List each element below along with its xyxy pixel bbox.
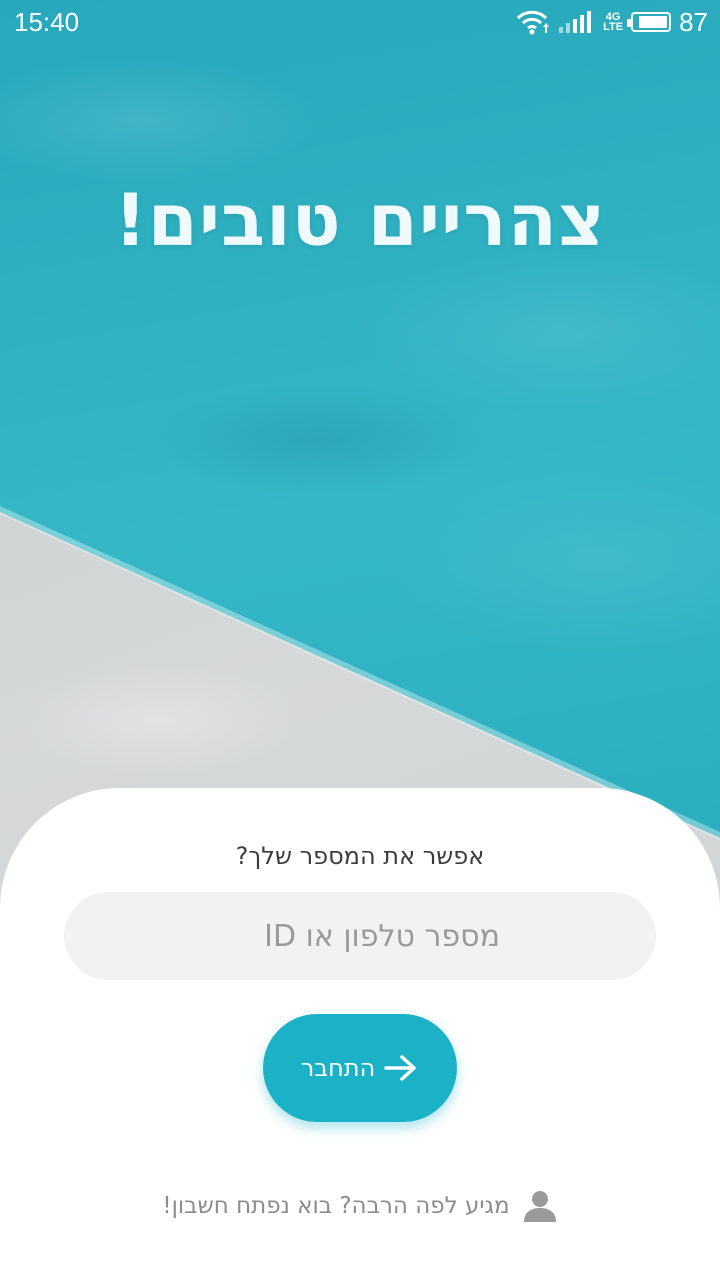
connect-button[interactable]: התחבר [263,1014,457,1122]
battery-level: 87 [679,6,708,37]
signup-link-label: מגיע לפה הרבה? בוא נפתח חשבון! [162,1193,510,1219]
greeting-title: צהריים טובים! [113,178,607,262]
status-bar: 15:40 4G LTE 87 [0,0,720,44]
status-time: 15:40 [14,6,80,37]
arrow-right-icon [384,1055,417,1081]
connect-button-label: התחבר [300,1054,376,1082]
battery-fill [639,16,668,28]
user-icon [523,1191,556,1222]
signal-icon [559,11,592,33]
login-prompt: אפשר את המספר שלך? [235,842,485,870]
network-type: 4G LTE [603,12,624,33]
status-icons: 4G LTE 87 [515,7,708,38]
wifi-icon [517,10,550,35]
signup-link[interactable]: מגיע לפה הרבה? בוא נפתח חשבון! [0,1186,720,1226]
network-type-bottom: LTE [603,21,624,33]
phone-or-id-input[interactable] [64,892,656,980]
battery-icon [627,12,672,32]
